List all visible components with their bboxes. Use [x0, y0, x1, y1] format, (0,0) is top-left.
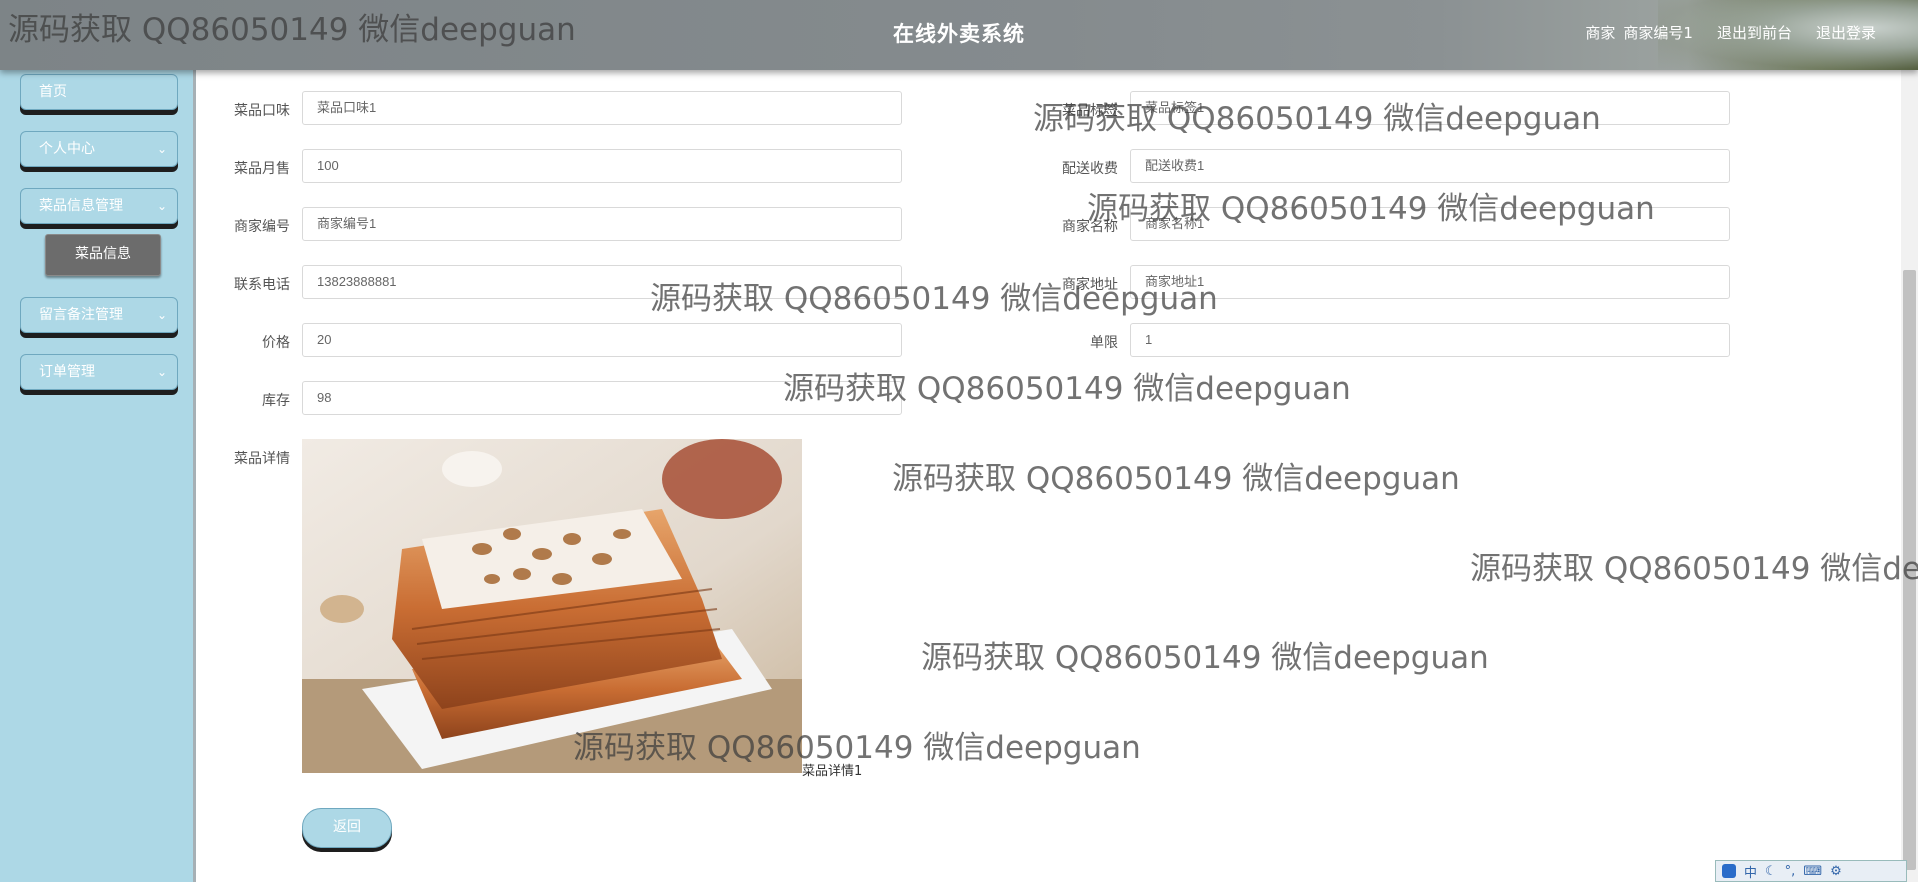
phone-field[interactable]: 13823888881 [302, 265, 902, 299]
field-label: 商家编号 [234, 219, 290, 235]
punctuation-icon: °, [1784, 863, 1796, 879]
monthly-sales-field[interactable]: 100 [302, 149, 902, 183]
watermark: 源码获取 QQ86050149 微信deepguan [892, 461, 1460, 497]
dish-detail-image [302, 439, 802, 773]
vertical-scrollbar[interactable] [1901, 70, 1918, 882]
user-name: 商家编号1 [1623, 24, 1693, 42]
watermark: 源码获取 QQ86050149 微信deepguan [1470, 551, 1918, 587]
logout-link[interactable]: 退出登录 [1816, 22, 1876, 43]
sidebar-item-dish-management[interactable]: 菜品信息管理 ⌄ [20, 188, 178, 224]
tag-field[interactable]: 菜品标签1 [1130, 91, 1730, 125]
sidebar-item-label: 留言备注管理 [39, 307, 123, 323]
dish-detail-caption: 菜品详情1 [802, 764, 863, 779]
delivery-fee-field[interactable]: 配送收费1 [1130, 149, 1730, 183]
chevron-down-icon: ⌄ [156, 365, 167, 379]
taste-field[interactable]: 菜品口味1 [302, 91, 902, 125]
chevron-down-icon: ⌄ [156, 308, 167, 322]
sidebar-item-order-management[interactable]: 订单管理 ⌄ [20, 354, 178, 390]
keyboard-icon: ⌨ [1803, 863, 1823, 879]
field-label: 配送收费 [1062, 161, 1118, 177]
limit-field[interactable]: 1 [1130, 323, 1730, 357]
stock-field[interactable]: 98 [302, 381, 902, 415]
user-info: 商家 商家编号1 退出到前台 退出登录 [1585, 22, 1876, 43]
ime-language-label: 中 [1744, 865, 1758, 881]
sidebar-item-label: 首页 [39, 84, 67, 100]
merchant-name-field[interactable]: 商家名称1 [1130, 207, 1730, 241]
field-label: 商家名称 [1062, 219, 1118, 235]
sidebar-item-label: 订单管理 [39, 364, 95, 380]
merchant-number-field[interactable]: 商家编号1 [302, 207, 902, 241]
sidebar: 首页 个人中心 ⌄ 菜品信息管理 ⌄ 菜品信息 留言备注管理 ⌄ 订单管理 ⌄ [0, 70, 196, 882]
moon-icon: ☾ [1765, 863, 1777, 879]
top-header: 在线外卖系统 商家 商家编号1 退出到前台 退出登录 [0, 0, 1918, 70]
sidebar-item-label: 菜品信息管理 [39, 198, 123, 214]
field-label: 商家地址 [1062, 277, 1118, 293]
sidebar-item-personal-center[interactable]: 个人中心 ⌄ [20, 131, 178, 167]
price-field[interactable]: 20 [302, 323, 902, 357]
field-label: 菜品口味 [234, 103, 290, 119]
back-button[interactable]: 返回 [302, 808, 392, 848]
merchant-address-field[interactable]: 商家地址1 [1130, 265, 1730, 299]
exit-to-front-link[interactable]: 退出到前台 [1717, 22, 1792, 43]
ime-toolbar[interactable]: 中 ☾ °, ⌨ ⚙ [1715, 860, 1907, 882]
field-label: 单限 [1090, 335, 1118, 351]
field-label: 联系电话 [234, 277, 290, 293]
sidebar-item-message-management[interactable]: 留言备注管理 ⌄ [20, 297, 178, 333]
scrollbar-thumb[interactable] [1903, 270, 1916, 870]
sidebar-item-home[interactable]: 首页 [20, 74, 178, 110]
field-label: 菜品标签 [1062, 103, 1118, 119]
ime-logo-icon [1722, 864, 1736, 878]
sidebar-item-label: 个人中心 [39, 141, 95, 157]
field-label: 菜品详情 [234, 451, 290, 467]
chevron-down-icon: ⌄ [156, 199, 167, 213]
field-label: 价格 [262, 335, 290, 351]
user-role: 商家 [1585, 24, 1616, 42]
sidebar-subitem-dish-info[interactable]: 菜品信息 [45, 234, 161, 276]
watermark: 源码获取 QQ86050149 微信deepguan [921, 640, 1489, 676]
field-label: 菜品月售 [234, 161, 290, 177]
field-label: 库存 [262, 393, 290, 409]
chevron-down-icon: ⌄ [156, 142, 167, 156]
settings-icon: ⚙ [1830, 863, 1842, 879]
